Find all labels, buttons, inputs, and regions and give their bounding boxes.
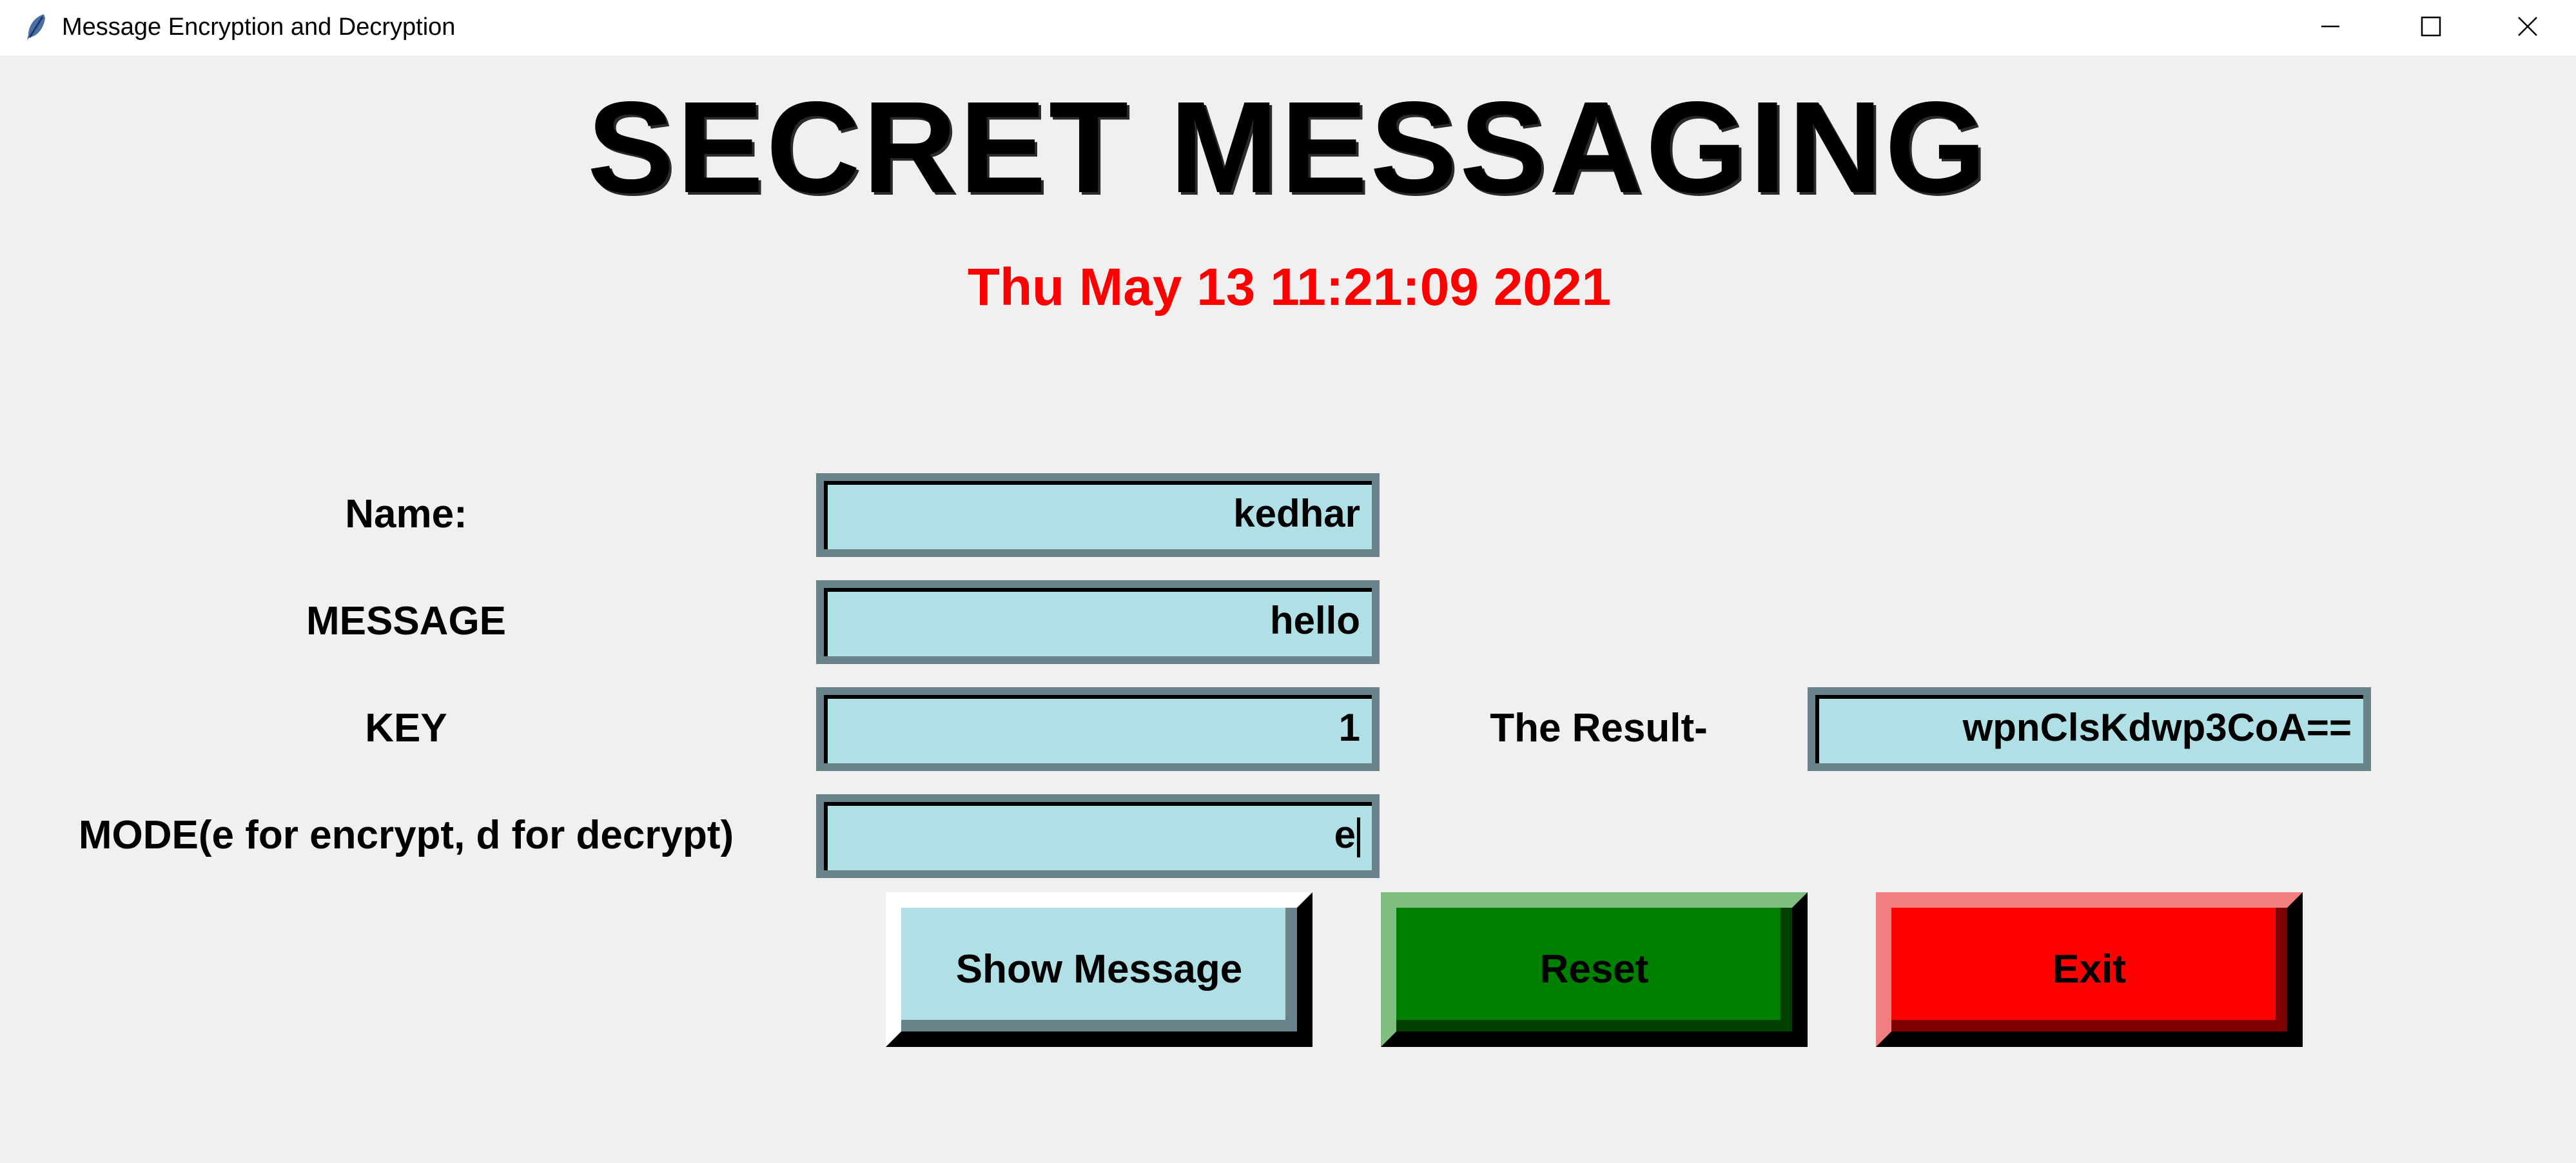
show-message-label: Show Message	[955, 947, 1243, 992]
minimize-icon	[2319, 15, 2342, 41]
mode-value: e	[1334, 813, 1356, 856]
mode-label: MODE(e for encrypt, d for decrypt)	[78, 813, 734, 857]
minimize-button[interactable]	[2282, 0, 2379, 55]
title-bar[interactable]: Message Encryption and Decryption	[0, 0, 2576, 55]
page-title: SECRET MESSAGING	[587, 74, 1989, 220]
show-message-button[interactable]: Show Message	[886, 892, 1312, 1047]
key-label: KEY	[365, 706, 447, 750]
exit-button[interactable]: Exit	[1876, 892, 2303, 1047]
exit-label: Exit	[2053, 947, 2126, 992]
datetime-label: Thu May 13 11:21:09 2021	[967, 258, 1612, 317]
result-output[interactable]: wpnClsKdwp3CoA==	[1808, 687, 2371, 771]
name-label: Name:	[345, 492, 467, 536]
text-cursor	[1357, 817, 1360, 858]
maximize-icon	[2419, 15, 2443, 41]
reset-button[interactable]: Reset	[1381, 892, 1808, 1047]
close-icon	[2516, 15, 2539, 41]
reset-label: Reset	[1539, 947, 1649, 992]
feather-icon	[21, 12, 52, 43]
maximize-button[interactable]	[2383, 0, 2479, 55]
window-title: Message Encryption and Decryption	[62, 14, 456, 41]
close-button[interactable]	[2479, 0, 2576, 55]
key-input[interactable]: 1	[816, 687, 1380, 771]
name-input[interactable]: kedhar	[816, 473, 1380, 557]
result-label: The Result-	[1490, 706, 1708, 750]
message-label: MESSAGE	[306, 599, 507, 643]
app-window: Message Encryption and Decryption SECRET…	[0, 0, 2576, 1163]
mode-input[interactable]: e	[816, 794, 1380, 878]
message-input[interactable]: hello	[816, 580, 1380, 664]
